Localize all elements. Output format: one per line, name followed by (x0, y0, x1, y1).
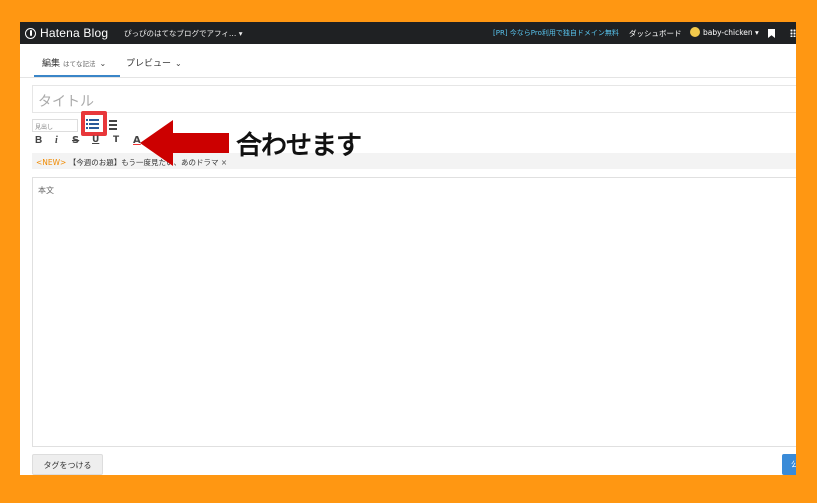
new-badge: <NEW> (36, 158, 67, 167)
blog-switcher[interactable]: ぴっぴのはてなブログでアフィ… ▾ (124, 28, 243, 39)
chevron-down-icon: ⌄ (99, 59, 107, 68)
strikethrough-button[interactable]: S (72, 135, 79, 146)
dashboard-link[interactable]: ダッシュボード (629, 28, 682, 39)
bullet-list-icon (85, 115, 103, 132)
bookmark-icon[interactable] (768, 29, 775, 38)
tab-preview-label: プレビュー (126, 59, 172, 69)
user-name: baby-chicken ▾ (703, 27, 759, 37)
editor-window: Hatena Blog ぴっぴのはてなブログでアフィ… ▾ [PR] 今ならPr… (20, 22, 796, 475)
font-size-button[interactable]: T (113, 135, 119, 145)
tab-preview[interactable]: プレビュー ⌄ (126, 56, 182, 69)
annotation-text: 合わせます (236, 131, 362, 161)
body-textarea[interactable]: 本文 (32, 177, 796, 447)
title-input[interactable]: タイトル (32, 85, 796, 113)
pr-link[interactable]: [PR] 今ならPro利用で独自ドメイン無料 (493, 28, 619, 38)
logo-text: Hatena Blog (40, 26, 109, 40)
hatena-logo[interactable]: Hatena Blog (25, 25, 108, 41)
tab-edit-syntax: はてな記法 (63, 60, 96, 68)
user-menu[interactable]: baby-chicken ▾ (690, 27, 759, 37)
chevron-down-icon: ⌄ (175, 59, 182, 68)
publish-button[interactable]: 公 (782, 454, 796, 475)
tab-edit-label: 編集 (42, 59, 61, 69)
top-navbar: Hatena Blog ぴっぴのはてなブログでアフィ… ▾ [PR] 今ならPr… (20, 22, 796, 44)
underline-button[interactable]: U (92, 135, 99, 145)
add-tag-button[interactable]: タグをつける (32, 454, 103, 475)
apps-grid-icon[interactable] (790, 29, 796, 37)
hatena-logo-icon (25, 27, 36, 39)
heading-select[interactable]: 見出し (32, 119, 78, 132)
active-tab-indicator (34, 75, 120, 77)
editor-tabs: 編集 はてな記法 ⌄ プレビュー ⌄ (20, 44, 796, 78)
bold-button[interactable]: B (35, 135, 42, 146)
numbered-list-icon[interactable] (109, 119, 117, 130)
italic-button[interactable]: i (55, 135, 58, 146)
bullet-list-button[interactable] (81, 111, 107, 136)
tab-edit[interactable]: 編集 はてな記法 ⌄ (42, 56, 106, 69)
avatar (690, 27, 700, 37)
annotation-arrow-icon (140, 120, 229, 166)
